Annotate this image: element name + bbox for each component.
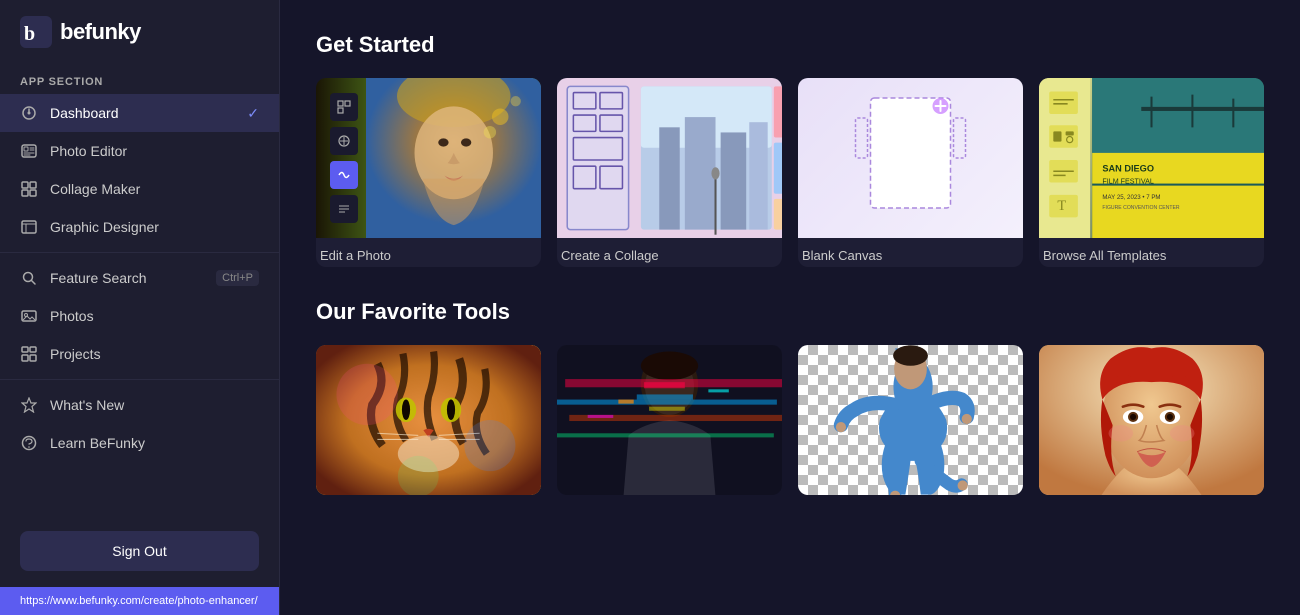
photos-icon: [20, 307, 38, 325]
browse-templates-label: Browse All Templates: [1039, 238, 1264, 267]
get-started-cards: Edit a Photo: [316, 78, 1264, 267]
whats-new-label: What's New: [50, 397, 124, 413]
sidebar-item-collage-maker[interactable]: Collage Maker: [0, 170, 279, 208]
sidebar-item-whats-new[interactable]: What's New: [0, 386, 279, 424]
svg-text:SAN DIEGO: SAN DIEGO: [1102, 163, 1154, 173]
photos-label: Photos: [50, 308, 94, 324]
sidebar-item-projects[interactable]: Projects: [0, 335, 279, 373]
whats-new-icon: [20, 396, 38, 414]
tool-card-background-remover[interactable]: [798, 345, 1023, 495]
create-collage-card[interactable]: Create a Collage: [557, 78, 782, 267]
edit-photo-label: Edit a Photo: [316, 238, 541, 267]
collage-maker-icon: [20, 180, 38, 198]
sidebar-item-dashboard[interactable]: Dashboard ✓: [0, 94, 279, 132]
favorite-tools-cards: [316, 345, 1264, 495]
graphic-designer-label: Graphic Designer: [50, 219, 159, 235]
edit-photo-card[interactable]: Edit a Photo: [316, 78, 541, 267]
tool-card-portrait[interactable]: [1039, 345, 1264, 495]
befunky-logo-icon: b: [20, 16, 52, 48]
sign-out-area: Sign Out: [0, 515, 279, 587]
status-bar: https://www.befunky.com/create/photo-enh…: [0, 587, 279, 615]
sidebar-item-graphic-designer[interactable]: Graphic Designer: [0, 208, 279, 246]
blank-canvas-card[interactable]: Blank Canvas: [798, 78, 1023, 267]
dashboard-icon: [20, 104, 38, 122]
svg-text:T: T: [1057, 198, 1066, 214]
sidebar-item-learn-befunky[interactable]: Learn BeFunky: [0, 424, 279, 462]
sidebar: b befunky App Section Dashboard ✓: [0, 0, 280, 615]
main-content: Get Started: [280, 0, 1300, 615]
browse-templates-card[interactable]: T SAN DIEGO FILM FE: [1039, 78, 1264, 267]
templates-svg: T SAN DIEGO FILM FE: [1039, 78, 1264, 238]
search-icon: [20, 269, 38, 287]
collage-maker-label: Collage Maker: [50, 181, 140, 197]
svg-text:FIGURE CONVENTION CENTER: FIGURE CONVENTION CENTER: [1102, 205, 1180, 211]
get-started-title: Get Started: [316, 32, 1264, 58]
feature-search-shortcut: Ctrl+P: [216, 270, 259, 286]
sign-out-button[interactable]: Sign Out: [20, 531, 259, 571]
learn-befunky-label: Learn BeFunky: [50, 435, 145, 451]
favorite-tools-section: Our Favorite Tools: [316, 299, 1264, 495]
projects-icon: [20, 345, 38, 363]
sidebar-item-photos[interactable]: Photos: [0, 297, 279, 335]
app-section-label: App Section: [0, 64, 279, 94]
svg-text:FILM FESTIVAL: FILM FESTIVAL: [1102, 178, 1153, 186]
photo-editor-icon: [20, 142, 38, 160]
app-name: befunky: [60, 19, 141, 45]
svg-text:MAY 25, 2023 • 7 PM: MAY 25, 2023 • 7 PM: [1102, 194, 1160, 201]
graphic-designer-icon: [20, 218, 38, 236]
get-started-section: Get Started: [316, 32, 1264, 267]
nav-divider-2: [0, 379, 279, 380]
learn-icon: [20, 434, 38, 452]
photo-editor-label: Photo Editor: [50, 143, 127, 159]
projects-label: Projects: [50, 346, 101, 362]
blank-canvas-svg: [798, 78, 1023, 238]
tool-card-tiger[interactable]: [316, 345, 541, 495]
favorite-tools-title: Our Favorite Tools: [316, 299, 1264, 325]
nav-divider-1: [0, 252, 279, 253]
sidebar-item-feature-search[interactable]: Feature Search Ctrl+P: [0, 259, 279, 297]
create-collage-label: Create a Collage: [557, 238, 782, 267]
feature-search-label: Feature Search: [50, 270, 147, 286]
blank-canvas-label: Blank Canvas: [798, 238, 1023, 267]
collage-svg: [557, 78, 782, 238]
dashboard-label: Dashboard: [50, 105, 119, 121]
sidebar-item-photo-editor[interactable]: Photo Editor: [0, 132, 279, 170]
svg-text:b: b: [24, 23, 35, 45]
logo-area[interactable]: b befunky: [0, 0, 279, 64]
tool-card-glitch[interactable]: [557, 345, 782, 495]
active-check-icon: ✓: [247, 105, 259, 122]
